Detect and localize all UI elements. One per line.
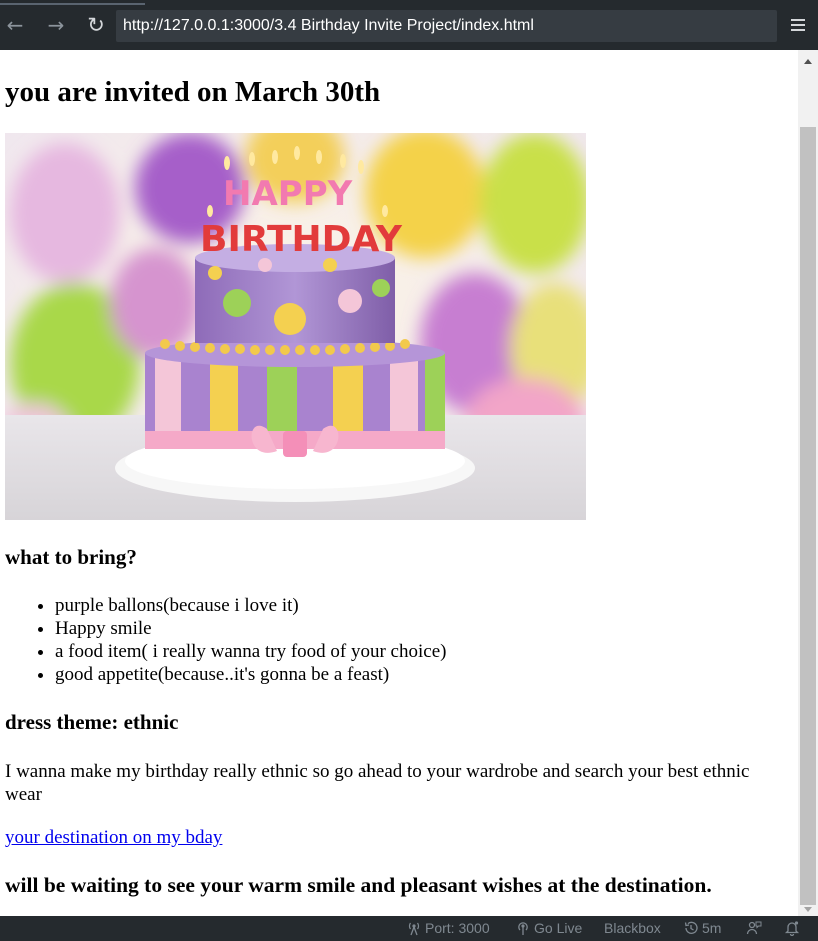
bell-icon [784, 921, 800, 937]
bring-list: purple ballons(because i love it) Happy … [5, 594, 446, 686]
closing-message: will be waiting to see your warm smile a… [5, 873, 712, 897]
address-bar[interactable]: http://127.0.0.1:3000/3.4 Birthday Invit… [116, 10, 777, 42]
blackbox-status[interactable]: Blackbox [604, 916, 661, 941]
antenna-icon [518, 922, 528, 935]
arrow-right-icon: → [47, 13, 65, 37]
forward-button[interactable]: → [43, 12, 69, 38]
list-item: purple ballons(because i love it) [55, 594, 446, 617]
scroll-down-arrow-icon[interactable] [804, 907, 812, 912]
back-button[interactable]: ← [2, 12, 28, 38]
feedback-button[interactable] [746, 916, 765, 941]
arrow-left-icon: ← [6, 13, 24, 37]
list-item: Happy smile [55, 617, 446, 640]
bring-heading: what to bring? [5, 545, 137, 569]
status-bar: Port: 3000 Go Live Blackbox 5m [0, 916, 818, 941]
dress-description: I wanna make my birthday really ethnic s… [5, 761, 750, 805]
timer-label: 5m [702, 920, 722, 936]
port-label: Port: 3000 [425, 920, 490, 936]
scroll-thumb[interactable] [800, 127, 816, 905]
scroll-up-arrow-icon[interactable] [804, 59, 812, 64]
vertical-scrollbar[interactable] [798, 50, 818, 916]
image-text-bottom: BIRTHDAY [200, 219, 403, 260]
birthday-cake-image: HAPPY BIRTHDAY [5, 133, 586, 520]
history-icon [684, 921, 698, 934]
broadcast-icon [408, 922, 420, 936]
notifications-button[interactable] [784, 916, 803, 941]
menu-button[interactable] [787, 13, 809, 37]
person-feedback-icon [746, 921, 762, 935]
blackbox-label: Blackbox [604, 920, 661, 936]
image-text-top: HAPPY [223, 174, 353, 214]
dress-heading: dress theme: ethnic [5, 710, 179, 734]
go-live-button[interactable]: Go Live [515, 916, 582, 941]
destination-link[interactable]: your destination on my bday [5, 826, 222, 849]
url-text: http://127.0.0.1:3000/3.4 Birthday Invit… [123, 17, 534, 34]
reload-icon: ↻ [87, 13, 105, 37]
list-item: good appetite(because..it's gonna be a f… [55, 663, 446, 686]
timer-status[interactable]: 5m [683, 916, 721, 941]
tab-indicator [0, 3, 145, 5]
page-title: you are invited on March 30th [5, 76, 381, 108]
go-live-label: Go Live [534, 920, 583, 936]
browser-toolbar: ← → ↻ http://127.0.0.1:3000/3.4 Birthday… [0, 0, 818, 50]
list-item: a food item( i really wanna try food of … [55, 640, 446, 663]
reload-button[interactable]: ↻ [83, 12, 109, 38]
port-status[interactable]: Port: 3000 [406, 916, 490, 941]
